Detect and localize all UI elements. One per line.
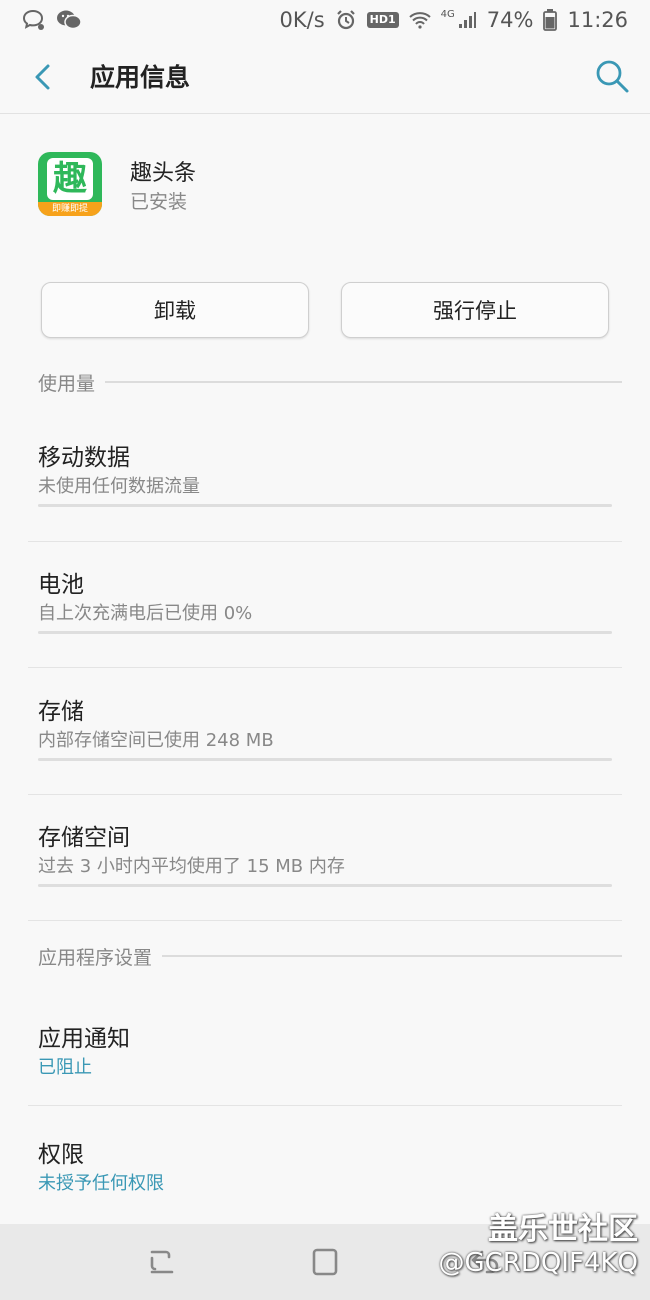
network-speed: 0K/s bbox=[279, 8, 325, 32]
divider bbox=[28, 920, 622, 921]
app-icon: 趣 即赚即提 bbox=[38, 152, 102, 216]
page-title: 应用信息 bbox=[90, 63, 191, 92]
divider bbox=[28, 541, 622, 542]
list-item-memory[interactable]: 存储空间 过去 3 小时内平均使用了 15 MB 内存 bbox=[28, 818, 622, 892]
app-icon-glyph: 趣 bbox=[47, 158, 93, 200]
watermark-user: @GCRDQIF4KQ bbox=[438, 1248, 638, 1278]
section-label: 使用量 bbox=[38, 372, 96, 395]
clock: 11:26 bbox=[567, 8, 628, 32]
back-arrow-icon[interactable] bbox=[28, 60, 60, 94]
list-item-title: 应用通知 bbox=[38, 1026, 130, 1052]
list-item-title: 存储 bbox=[38, 699, 84, 725]
divider bbox=[28, 1105, 622, 1106]
uninstall-button[interactable]: 卸载 bbox=[41, 282, 309, 338]
watermark-title: 盖乐世社区 bbox=[488, 1212, 638, 1247]
force-stop-button[interactable]: 强行停止 bbox=[341, 282, 609, 338]
section-rule bbox=[162, 955, 622, 957]
battery-percent: 74% bbox=[486, 8, 534, 32]
divider bbox=[28, 667, 622, 668]
search-icon[interactable] bbox=[594, 58, 630, 94]
list-item-mobile-data[interactable]: 移动数据 未使用任何数据流量 bbox=[28, 438, 622, 512]
chat-bubble-icon bbox=[22, 9, 44, 30]
list-item-subtitle: 内部存储空间已使用 248 MB bbox=[38, 730, 274, 751]
list-item-subtitle: 未使用任何数据流量 bbox=[38, 476, 200, 497]
section-header-app-settings: 应用程序设置 bbox=[38, 941, 622, 971]
list-item-title: 存储空间 bbox=[38, 825, 130, 851]
app-name: 趣头条 bbox=[130, 161, 197, 186]
alarm-icon bbox=[336, 10, 355, 30]
section-rule bbox=[105, 381, 622, 383]
app-icon-ribbon: 即赚即提 bbox=[38, 202, 102, 216]
wifi-icon bbox=[408, 12, 431, 29]
battery-icon bbox=[543, 9, 558, 31]
recent-apps-icon[interactable] bbox=[146, 1246, 180, 1278]
section-label: 应用程序设置 bbox=[38, 946, 153, 969]
list-item-app-notifications[interactable]: 应用通知 已阻止 bbox=[28, 1019, 622, 1083]
wechat-icon bbox=[57, 10, 82, 30]
app-install-status: 已安装 bbox=[130, 191, 188, 213]
usage-progress-bar bbox=[38, 884, 612, 887]
status-bar: 0K/s HD1 4G 74% 11:26 bbox=[0, 0, 650, 40]
list-item-subtitle: 自上次充满电后已使用 0% bbox=[38, 603, 253, 624]
home-icon[interactable] bbox=[310, 1246, 340, 1278]
usage-progress-bar bbox=[38, 631, 612, 634]
usage-progress-bar bbox=[38, 504, 612, 507]
list-item-subtitle: 已阻止 bbox=[38, 1057, 92, 1078]
signal-icon bbox=[458, 12, 476, 28]
list-item-title: 权限 bbox=[38, 1142, 84, 1168]
app-bar: 应用信息 bbox=[0, 40, 650, 114]
network-type: 4G bbox=[440, 8, 455, 20]
status-bar-left bbox=[22, 9, 82, 31]
hd-voice-badge: HD1 bbox=[366, 12, 399, 28]
list-item-subtitle: 过去 3 小时内平均使用了 15 MB 内存 bbox=[38, 856, 345, 877]
list-item-title: 电池 bbox=[38, 572, 84, 598]
divider bbox=[28, 794, 622, 795]
status-bar-right: 0K/s HD1 4G 74% 11:26 bbox=[280, 8, 629, 32]
usage-progress-bar bbox=[38, 758, 612, 761]
list-item-subtitle: 未授予任何权限 bbox=[38, 1173, 164, 1194]
section-header-usage: 使用量 bbox=[38, 367, 622, 397]
list-item-storage[interactable]: 存储 内部存储空间已使用 248 MB bbox=[28, 692, 622, 766]
list-item-battery[interactable]: 电池 自上次充满电后已使用 0% bbox=[28, 565, 622, 639]
list-item-permissions[interactable]: 权限 未授予任何权限 bbox=[28, 1135, 622, 1199]
list-item-title: 移动数据 bbox=[38, 445, 130, 471]
